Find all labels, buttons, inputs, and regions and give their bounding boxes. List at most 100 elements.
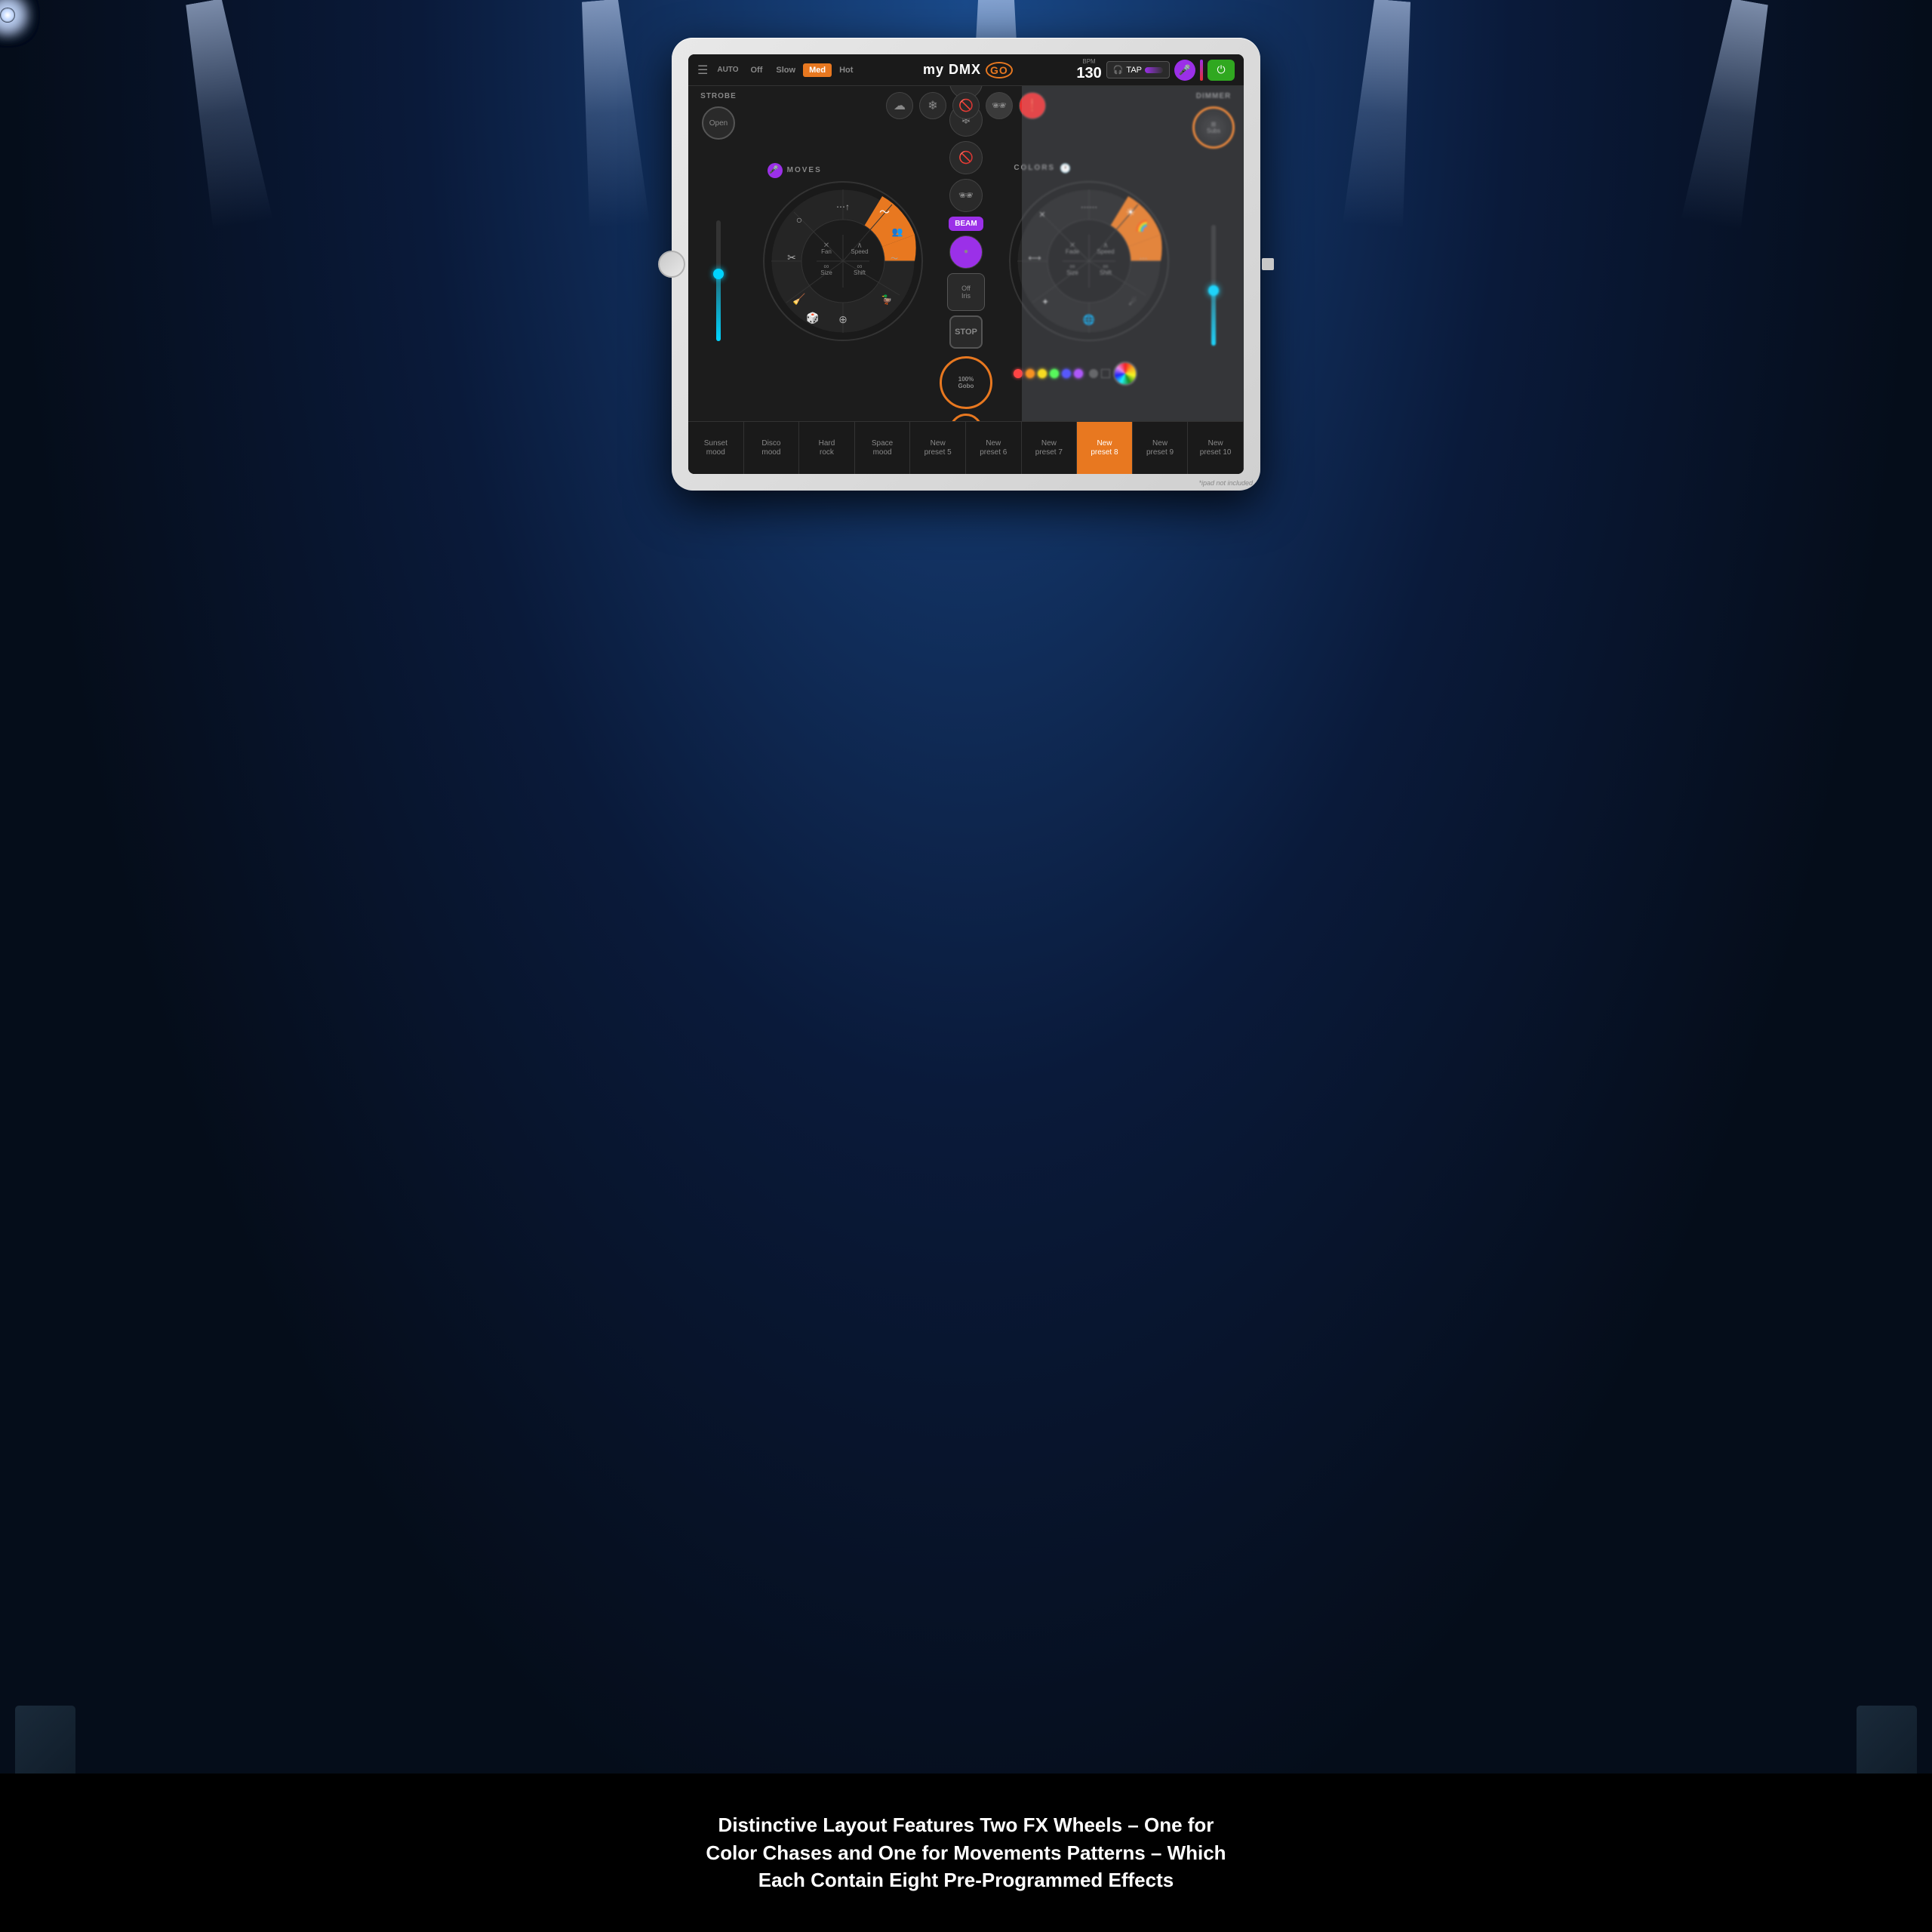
preset-hard-rock[interactable]: Hardrock: [799, 422, 855, 474]
svg-text:○: ○: [795, 214, 801, 226]
alert-icon-btn[interactable]: ❗: [1019, 92, 1046, 119]
no-icon-btn[interactable]: 🚫: [952, 92, 980, 119]
bottom-text: Distinctive Layout Features Two FX Wheel…: [706, 1811, 1226, 1894]
beam-pink-btn[interactable]: ●: [949, 235, 983, 269]
p2-zoom-container: P2 Zoom: [949, 414, 983, 422]
cloud-icon-btn[interactable]: ☁: [886, 92, 913, 119]
color-dot-white[interactable]: [1089, 369, 1098, 378]
color-dot-red[interactable]: [1014, 369, 1023, 378]
p2-zoom-btn[interactable]: P2 Zoom: [949, 414, 983, 422]
svg-text:✕: ✕: [823, 242, 829, 250]
svg-text:〜: 〜: [879, 206, 890, 218]
color-wheel-button[interactable]: [1113, 361, 1137, 386]
strobe-slider[interactable]: [716, 220, 721, 341]
svg-text:∧: ∧: [1103, 242, 1109, 250]
bpm-label: BPM: [1076, 58, 1101, 65]
ipad-frame: ☰ AUTO Off Slow Med Hot my DMX GO: [672, 38, 1260, 491]
menu-icon[interactable]: ☰: [697, 63, 708, 78]
gobo-pct: 100%: [958, 376, 974, 383]
go-badge: GO: [986, 62, 1013, 78]
toolbar: ☰ AUTO Off Slow Med Hot my DMX GO: [688, 54, 1244, 86]
stop-button[interactable]: STOP: [949, 315, 983, 349]
svg-text:∞: ∞: [1070, 263, 1075, 271]
mode-slow-btn[interactable]: Slow: [770, 63, 801, 77]
svg-text:🎲: 🎲: [806, 312, 819, 325]
strobe-open-label: Open: [709, 119, 728, 128]
app-title: my DMX GO: [865, 62, 1070, 78]
off-iris-button[interactable]: Off Iris: [947, 273, 985, 311]
svg-text:∞: ∞: [857, 263, 862, 271]
beam-glasses-btn[interactable]: 🕶: [949, 179, 983, 212]
ipad-home-button[interactable]: [658, 251, 685, 278]
snow-icon-btn[interactable]: ❄: [919, 92, 946, 119]
color-dot-green[interactable]: [1050, 369, 1059, 378]
mode-off-btn[interactable]: Off: [745, 63, 769, 77]
dimmer-slider[interactable]: [1211, 225, 1216, 346]
svg-text:☀: ☀: [1126, 206, 1136, 218]
moves-wheel-container: 🎤 MOVES: [760, 178, 926, 348]
svg-text:✕: ✕: [1069, 242, 1075, 250]
ipad-side-button: [1262, 258, 1274, 270]
preset-disco-mood[interactable]: Discomood: [744, 422, 800, 474]
preset-6[interactable]: Newpreset 6: [966, 422, 1022, 474]
dimmer-thumb[interactable]: [1208, 285, 1219, 296]
moves-wheel-svg[interactable]: ⋯↑ 👥 〜 〜 🦆 ⊕: [760, 178, 926, 344]
tap-button[interactable]: 🎧 TAP: [1106, 61, 1170, 78]
color-dot-orange[interactable]: [1026, 369, 1035, 378]
beam-section: ADJ ☁ ❄ 🚫 🕶 BEAM ● Off Iris: [936, 86, 996, 421]
light-source-5: [0, 8, 15, 23]
gobo-circle[interactable]: 100% Gobo: [940, 356, 992, 409]
ipad-device: ☰ AUTO Off Slow Med Hot my DMX GO: [672, 38, 1260, 491]
colors-wheel-container: COLORS 🕐: [1006, 178, 1172, 348]
colors-section-label: COLORS 🕐: [1014, 163, 1072, 174]
glasses-icon-btn[interactable]: 🕶: [986, 92, 1013, 119]
tap-meter: [1145, 67, 1163, 73]
mode-med-btn[interactable]: Med: [803, 63, 832, 77]
preset-9[interactable]: Newpreset 9: [1133, 422, 1189, 474]
strobe-slider-fill: [716, 269, 721, 341]
power-button[interactable]: ⏻: [1208, 60, 1235, 81]
colors-wheel-svg[interactable]: ⋯⋯ 🌈 ⋯ ☄ 🌐 ✦ ⟷ ✕ ☀: [1006, 178, 1172, 344]
svg-text:⋯⋯: ⋯⋯: [1081, 203, 1097, 212]
preset-7[interactable]: Newpreset 7: [1022, 422, 1078, 474]
dimmer-subs-label: Subs: [1207, 128, 1220, 134]
svg-text:∧: ∧: [857, 242, 862, 250]
beam-no-btn[interactable]: 🚫: [949, 141, 983, 174]
light-beam-5: [1681, 0, 1780, 230]
moves-mic-icon: 🎤: [768, 163, 783, 178]
iris-label: Iris: [961, 292, 971, 300]
preset-sunset-mood[interactable]: Sunsetmood: [688, 422, 744, 474]
light-beam-4: [1343, 0, 1423, 229]
preset-space-mood[interactable]: Spacemood: [855, 422, 911, 474]
preset-5[interactable]: Newpreset 5: [910, 422, 966, 474]
color-dot-purple[interactable]: [1074, 369, 1083, 378]
svg-text:∞: ∞: [1103, 263, 1109, 271]
svg-text:🌈: 🌈: [1136, 219, 1149, 232]
svg-text:🌐: 🌐: [1083, 314, 1095, 325]
mic-button[interactable]: 🎤: [1174, 60, 1195, 81]
headphones-icon: 🎧: [1113, 65, 1124, 75]
gobo-label: Gobo: [958, 383, 974, 389]
svg-text:🧹: 🧹: [792, 293, 805, 306]
preset-10[interactable]: Newpreset 10: [1188, 422, 1244, 474]
beam-label: BEAM: [949, 217, 983, 231]
strobe-open-btn[interactable]: Open: [702, 106, 735, 140]
dimmer-icon: ⊞: [1211, 121, 1217, 128]
dimmer-slider-container: [1211, 155, 1216, 415]
bpm-value: 130: [1076, 65, 1101, 82]
tap-label: TAP: [1126, 66, 1142, 75]
dimmer-knob[interactable]: ⊞ Subs: [1192, 106, 1235, 149]
preset-8[interactable]: Newpreset 8: [1077, 422, 1133, 474]
mode-hot-btn[interactable]: Hot: [833, 63, 859, 77]
color-dot-yellow[interactable]: [1038, 369, 1047, 378]
color-dot-empty1[interactable]: [1101, 369, 1110, 378]
colors-label: COLORS: [1014, 164, 1055, 172]
light-beam-1: [174, 0, 273, 230]
colors-clock-icon: 🕐: [1060, 163, 1072, 174]
svg-text:☄: ☄: [1129, 297, 1137, 307]
stop-label: STOP: [955, 328, 977, 337]
strobe-slider-thumb[interactable]: [713, 269, 724, 279]
bpm-area: BPM 130 🎧 TAP 🎤 ⏻: [1076, 58, 1235, 82]
color-dot-blue[interactable]: [1062, 369, 1071, 378]
svg-text:∞: ∞: [823, 263, 829, 271]
